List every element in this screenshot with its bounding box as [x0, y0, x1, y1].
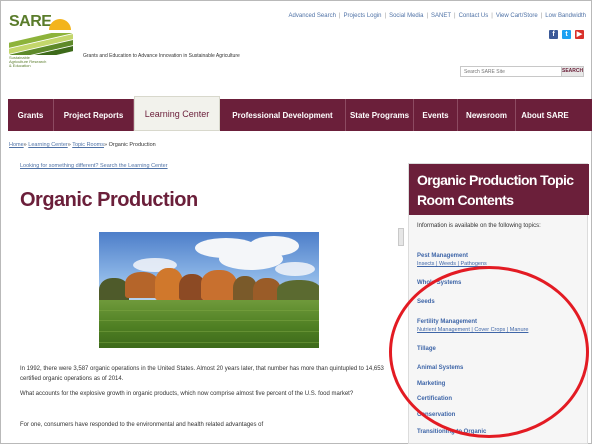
- body-paragraph-3: For one, consumers have responded to the…: [20, 422, 264, 428]
- advanced-search-link[interactable]: Advanced Search: [289, 13, 336, 19]
- page-title: Organic Production: [20, 189, 198, 211]
- sidebar-title: Organic Production Topic Room Contents: [417, 172, 574, 208]
- view-cart-link[interactable]: View Cart/Store: [496, 13, 538, 19]
- site-search: SEARCH: [460, 66, 584, 77]
- breadcrumb-topic-rooms[interactable]: Topic Rooms: [72, 142, 104, 148]
- nav-about-sare[interactable]: About SARE: [516, 99, 574, 131]
- social-media-link[interactable]: Social Media: [389, 13, 423, 19]
- sidebar-intro: Information is available on the followin…: [417, 223, 541, 229]
- nav-events[interactable]: Events: [414, 99, 458, 131]
- social-icons: f t ▶: [549, 30, 584, 39]
- low-bandwidth-link[interactable]: Low Bandwidth: [545, 13, 586, 19]
- scrollbar-handle[interactable]: [398, 228, 404, 246]
- nav-professional-development[interactable]: Professional Development: [220, 99, 346, 131]
- subtopic-weeds[interactable]: Weeds: [439, 261, 456, 267]
- subtopic-insects[interactable]: Insects: [417, 261, 434, 267]
- nav-state-programs[interactable]: State Programs: [346, 99, 414, 131]
- body-paragraph-2: What accounts for the explosive growth i…: [20, 391, 354, 397]
- breadcrumb-learning-center[interactable]: Learning Center: [28, 142, 67, 148]
- nav-project-reports[interactable]: Project Reports: [54, 99, 134, 131]
- facebook-icon[interactable]: f: [549, 30, 558, 39]
- utility-links: Advanced Search | Projects Login | Social …: [288, 13, 586, 19]
- body-paragraph-1: In 1992, there were 3,587 organic operat…: [20, 366, 384, 382]
- twitter-icon[interactable]: t: [562, 30, 571, 39]
- logo-text: SARE: [9, 13, 52, 30]
- search-input[interactable]: [461, 67, 561, 76]
- site-tagline: Grants and Education to Advance Innovati…: [83, 53, 240, 59]
- nav-learning-center[interactable]: Learning Center: [134, 96, 220, 131]
- contact-us-link[interactable]: Contact Us: [459, 13, 489, 19]
- nav-grants[interactable]: Grants: [8, 99, 54, 131]
- sare-logo[interactable]: SARE Sustainable Agriculture Research & …: [9, 13, 73, 68]
- highlight-circle-annotation: [389, 266, 589, 438]
- main-nav: Grants Project Reports Learning Center P…: [8, 96, 592, 131]
- sanet-link[interactable]: SANET: [431, 13, 451, 19]
- search-learning-center-link[interactable]: Looking for something different? Search …: [20, 163, 168, 169]
- breadcrumb-home[interactable]: Home: [9, 142, 24, 148]
- nav-newsroom[interactable]: Newsroom: [458, 99, 516, 131]
- breadcrumb-current: Organic Production: [108, 142, 156, 148]
- logo-fields-icon: [9, 33, 73, 55]
- topic-pest-management[interactable]: Pest Management: [417, 253, 468, 259]
- youtube-icon[interactable]: ▶: [575, 30, 584, 39]
- sidebar-header: Organic Production Topic Room Contents: [409, 164, 589, 215]
- farm-field-photo: [99, 232, 319, 348]
- logo-sun-icon: [49, 19, 71, 30]
- logo-subtitle: Sustainable Agriculture Research & Educa…: [9, 55, 47, 68]
- search-button[interactable]: SEARCH: [561, 67, 583, 76]
- projects-login-link[interactable]: Projects Login: [343, 13, 381, 19]
- breadcrumb: Home» Learning Center» Topic Rooms» Orga…: [9, 142, 156, 148]
